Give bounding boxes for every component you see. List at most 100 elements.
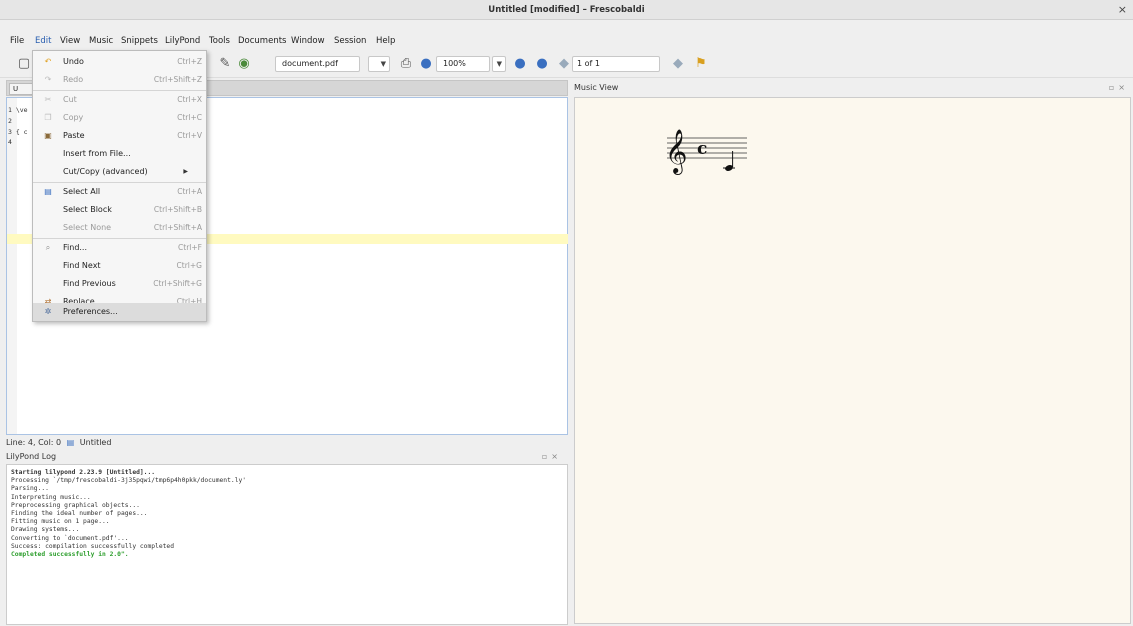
current-line-gutter: [7, 234, 17, 244]
menu-item-label: Insert from File...: [63, 149, 131, 158]
menu-item-cut-copy-advanced[interactable]: Cut/Copy (advanced) ▶: [33, 163, 206, 181]
menu-item-label: Select All: [63, 187, 101, 196]
document-select-value: document.pdf: [282, 59, 338, 68]
menu-item-redo[interactable]: ↷ Redo Ctrl+Shift+Z: [33, 71, 206, 89]
menu-item-preferences[interactable]: ✲ Preferences...: [33, 303, 206, 321]
menu-item-shortcut: Ctrl+X: [177, 95, 202, 104]
close-panel-icon[interactable]: ×: [1118, 83, 1129, 92]
menu-item-find[interactable]: ⌕ Find... Ctrl+F: [33, 239, 206, 257]
edit-menu: ↶ Undo Ctrl+Z ↷ Redo Ctrl+Shift+Z ✂ Cut …: [32, 50, 207, 322]
log-line: Starting lilypond 2.23.9 [Untitled]...: [11, 469, 156, 476]
music-view[interactable]: 𝄞 c: [574, 97, 1131, 624]
menu-item-shortcut: Ctrl+V: [177, 131, 202, 140]
log-line: Interpreting music...: [11, 493, 91, 501]
menu-item-select-none[interactable]: Select None Ctrl+Shift+A: [33, 219, 206, 237]
zoom-in-icon[interactable]: ●: [512, 56, 528, 72]
menu-item-select-block[interactable]: Select Block Ctrl+Shift+B: [33, 201, 206, 219]
log-line: Drawing systems...: [11, 526, 80, 534]
menu-item-shortcut: Ctrl+Z: [177, 57, 202, 66]
close-panel-icon[interactable]: ×: [551, 452, 562, 461]
page-number-field[interactable]: 1 of 1: [572, 56, 660, 72]
menu-item-label: Redo: [63, 75, 84, 84]
log-line: Fitting music on 1 page...: [11, 518, 110, 526]
menu-item-shortcut: Ctrl+G: [176, 261, 202, 270]
menu-item-select-all[interactable]: ▤ Select All Ctrl+A: [33, 183, 206, 201]
log-line: Processing `/tmp/frescobaldi-3j35pqwi/tm…: [11, 477, 247, 485]
menu-session[interactable]: Session: [334, 34, 366, 48]
document-dropdown[interactable]: ▼: [368, 56, 390, 72]
menu-snippets[interactable]: Snippets: [121, 34, 158, 48]
zoom-select[interactable]: 100%: [436, 56, 490, 72]
menu-item-label: Paste: [63, 131, 85, 140]
document-icon: ▤: [66, 438, 75, 447]
copy-icon: ❐: [44, 113, 52, 122]
menu-item-shortcut: Ctrl+F: [178, 243, 202, 252]
menu-item-undo[interactable]: ↶ Undo Ctrl+Z: [33, 53, 206, 71]
menu-view[interactable]: View: [60, 34, 80, 48]
chevron-right-icon: ▶: [183, 168, 188, 175]
menu-item-label: Copy: [63, 113, 84, 122]
menu-lilypond[interactable]: LilyPond: [165, 34, 200, 48]
menu-item-copy[interactable]: ❐ Copy Ctrl+C: [33, 109, 206, 127]
cursor-position: Line: 4, Col: 0: [6, 438, 62, 447]
code-line: 1 \ve: [8, 106, 28, 114]
find-icon: ⌕: [45, 243, 51, 252]
broom-icon[interactable]: ⚑: [693, 56, 709, 72]
menu-item-label: Cut: [63, 95, 77, 104]
chevron-down-icon: ▼: [496, 60, 502, 68]
float-panel-icon[interactable]: ▫: [1109, 83, 1118, 92]
menu-tools[interactable]: Tools: [209, 34, 230, 48]
print-icon[interactable]: ⎙: [398, 56, 414, 72]
float-panel-icon[interactable]: ▫: [542, 452, 551, 461]
menu-item-insert-from-file[interactable]: Insert from File...: [33, 145, 206, 163]
paste-icon: ▣: [44, 131, 52, 140]
menu-item-label: Preferences...: [63, 307, 118, 316]
page-number-value: 1 of 1: [577, 59, 600, 68]
code-line: 4: [8, 138, 12, 146]
previous-page-icon[interactable]: ◆: [556, 56, 572, 72]
menu-help[interactable]: Help: [376, 34, 395, 48]
log-line: Success: compilation successfully comple…: [11, 542, 175, 550]
menu-item-cut[interactable]: ✂ Cut Ctrl+X: [33, 91, 206, 109]
menu-file[interactable]: File: [10, 34, 24, 48]
common-time-icon: c: [697, 139, 707, 159]
treble-clef-icon: 𝄞: [665, 129, 687, 175]
menu-music[interactable]: Music: [89, 34, 113, 48]
menu-item-shortcut: Ctrl+A: [177, 187, 202, 196]
redo-icon: ↷: [44, 75, 52, 84]
next-page-icon[interactable]: ◆: [670, 56, 686, 72]
menu-item-label: Select Block: [63, 205, 112, 214]
document-select[interactable]: document.pdf: [275, 56, 360, 72]
lilypond-log-panel: LilyPond Log ▫× Starting lilypond 2.23.9…: [6, 450, 568, 625]
zoom-icon[interactable]: ●: [418, 56, 434, 72]
zoom-dropdown[interactable]: ▼: [492, 56, 506, 72]
menu-item-label: Find Previous: [63, 279, 116, 288]
edit-pen-icon[interactable]: ✎: [217, 56, 233, 72]
menu-item-paste[interactable]: ▣ Paste Ctrl+V: [33, 127, 206, 145]
close-icon[interactable]: ×: [1118, 3, 1127, 16]
menu-item-shortcut: Ctrl+Shift+B: [153, 205, 202, 214]
log-line: Preprocessing graphical objects...: [11, 501, 140, 509]
menu-item-find-previous[interactable]: Find Previous Ctrl+Shift+G: [33, 275, 206, 293]
menu-documents[interactable]: Documents: [238, 34, 286, 48]
menu-item-shortcut: Ctrl+C: [177, 113, 202, 122]
menu-item-shortcut: Ctrl+Shift+A: [153, 223, 202, 232]
music-view-title: Music View: [574, 83, 619, 92]
menu-window[interactable]: Window: [291, 34, 325, 48]
engrave-icon[interactable]: ◉: [236, 56, 252, 72]
new-document-icon[interactable]: ▢: [16, 56, 32, 72]
menu-edit[interactable]: Edit: [35, 34, 51, 48]
log-output[interactable]: Starting lilypond 2.23.9 [Untitled]... P…: [6, 464, 568, 625]
music-view-header: Music View ▫×: [571, 80, 1133, 96]
menu-item-label: Select None: [63, 223, 112, 232]
menu-item-label: Find...: [63, 243, 88, 252]
tab-untitled-label: U: [13, 85, 19, 93]
menu-item-shortcut: Ctrl+Shift+Z: [153, 75, 202, 84]
chevron-down-icon: ▼: [380, 60, 386, 68]
menu-item-shortcut: Ctrl+Shift+G: [153, 279, 202, 288]
menu-item-find-next[interactable]: Find Next Ctrl+G: [33, 257, 206, 275]
undo-icon: ↶: [44, 57, 52, 66]
log-line: Converting to `document.pdf'...: [11, 534, 129, 542]
zoom-out-icon[interactable]: ●: [534, 56, 550, 72]
menu-item-label: Undo: [63, 57, 84, 66]
